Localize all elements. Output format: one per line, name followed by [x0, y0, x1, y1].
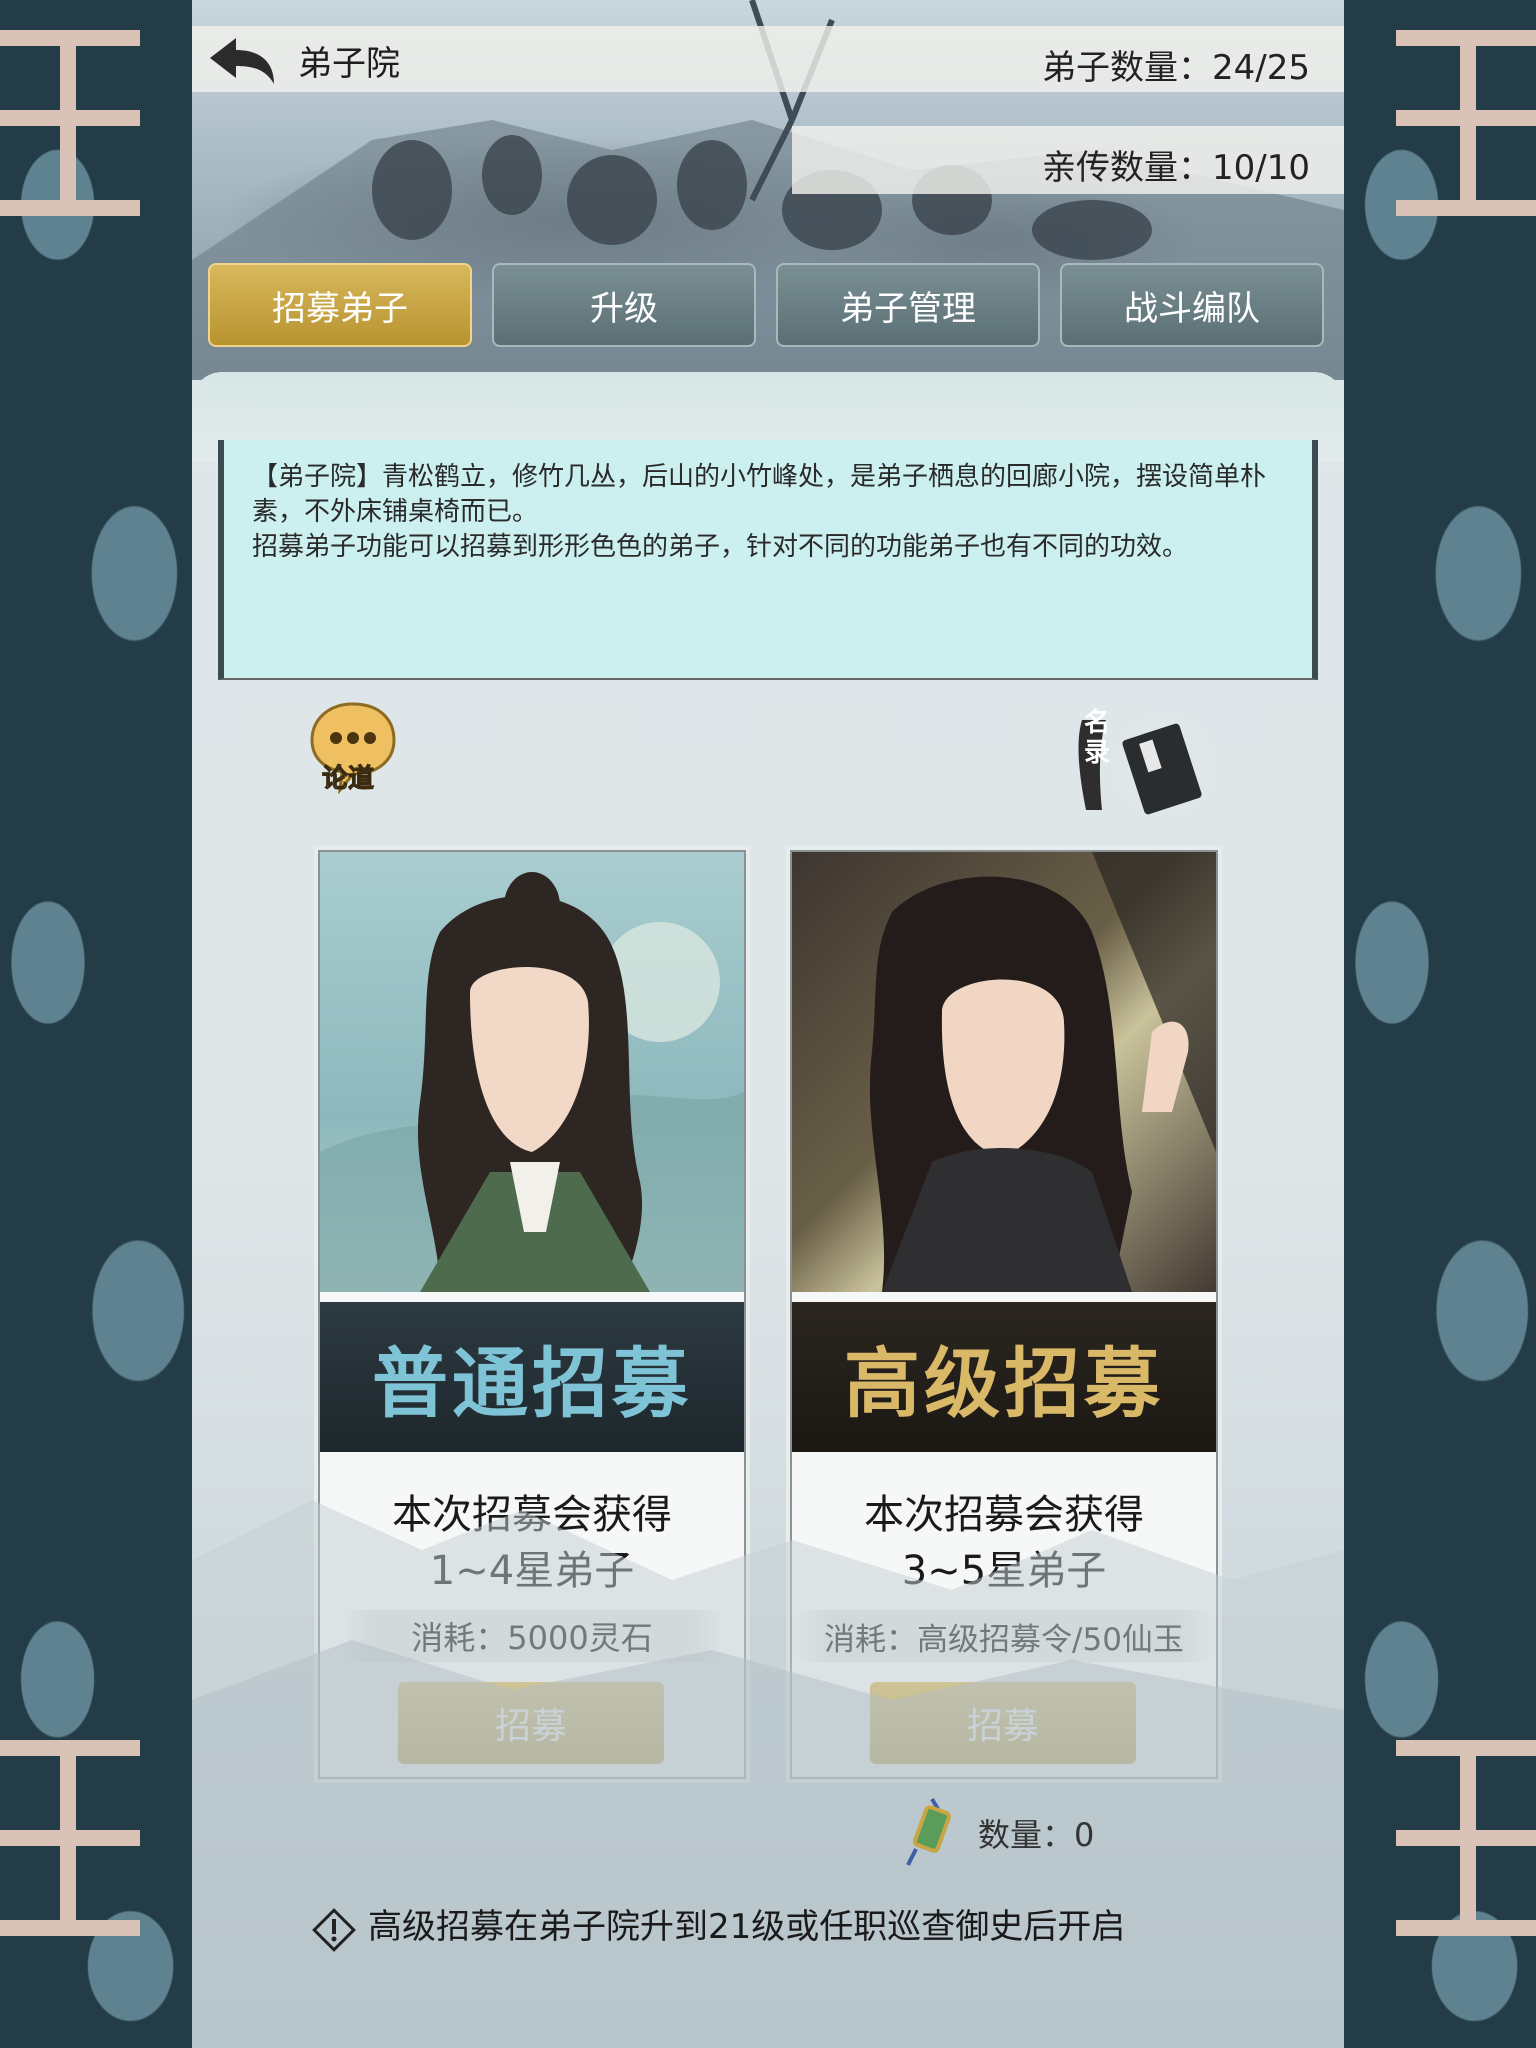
- warning-icon: [312, 1908, 356, 1952]
- lattice-ornament: [1386, 10, 1536, 270]
- disciple-portrait-1: [320, 852, 744, 1292]
- tab-upgrade[interactable]: 升级: [492, 263, 756, 347]
- page-title: 弟子院: [298, 44, 400, 84]
- roster-button[interactable]: 名录: [1072, 700, 1222, 820]
- tab-manage[interactable]: 弟子管理: [776, 263, 1040, 347]
- disciple-portrait-2: [792, 852, 1216, 1292]
- advanced-recruit-label: 高级招募: [844, 1339, 1164, 1428]
- discuss-button[interactable]: 论道: [310, 700, 396, 795]
- normal-recruit-title: 普通招募: [320, 1302, 744, 1452]
- tab-recruit[interactable]: 招募弟子: [208, 263, 472, 347]
- mountain-backdrop: [192, 1500, 1344, 2048]
- main-panel: 弟子院 弟子数量：24/25 亲传数量：10/10 招募弟子 升级 弟子管理 战…: [192, 0, 1344, 2048]
- lattice-ornament: [0, 1740, 150, 2000]
- advanced-recruit-title: 高级招募: [792, 1302, 1216, 1452]
- tab-formation[interactable]: 战斗编队: [1060, 263, 1324, 347]
- right-decor-panel: [1344, 0, 1536, 2048]
- token-quantity: 数量：0: [978, 1816, 1095, 1854]
- description-line-1: 【弟子院】青松鹤立，修竹几丛，后山的小竹峰处，是弟子栖息的回廊小院，摆设简单朴素…: [252, 462, 1267, 527]
- normal-recruit-label: 普通招募: [372, 1339, 692, 1428]
- disciple-count: 弟子数量：24/25: [1042, 48, 1310, 88]
- back-arrow-icon[interactable]: [206, 34, 278, 88]
- discuss-label: 论道: [321, 764, 375, 795]
- description-line-2: 招募弟子功能可以招募到形形色色的弟子，针对不同的功能弟子也有不同的功效。: [252, 532, 1189, 562]
- description-scroll: 【弟子院】青松鹤立，修竹几丛，后山的小竹峰处，是弟子栖息的回廊小院，摆设简单朴素…: [218, 440, 1318, 680]
- lattice-ornament: [0, 10, 150, 270]
- left-decor-panel: [0, 0, 192, 2048]
- recruit-token-icon: [906, 1797, 951, 1866]
- inner-disciple-count: 亲传数量：10/10: [1042, 148, 1310, 188]
- unlock-notice: 高级招募在弟子院升到21级或任职巡查御史后开启: [368, 1907, 1126, 1947]
- roster-label: 名录: [1084, 708, 1111, 768]
- lattice-ornament: [1386, 1740, 1536, 2000]
